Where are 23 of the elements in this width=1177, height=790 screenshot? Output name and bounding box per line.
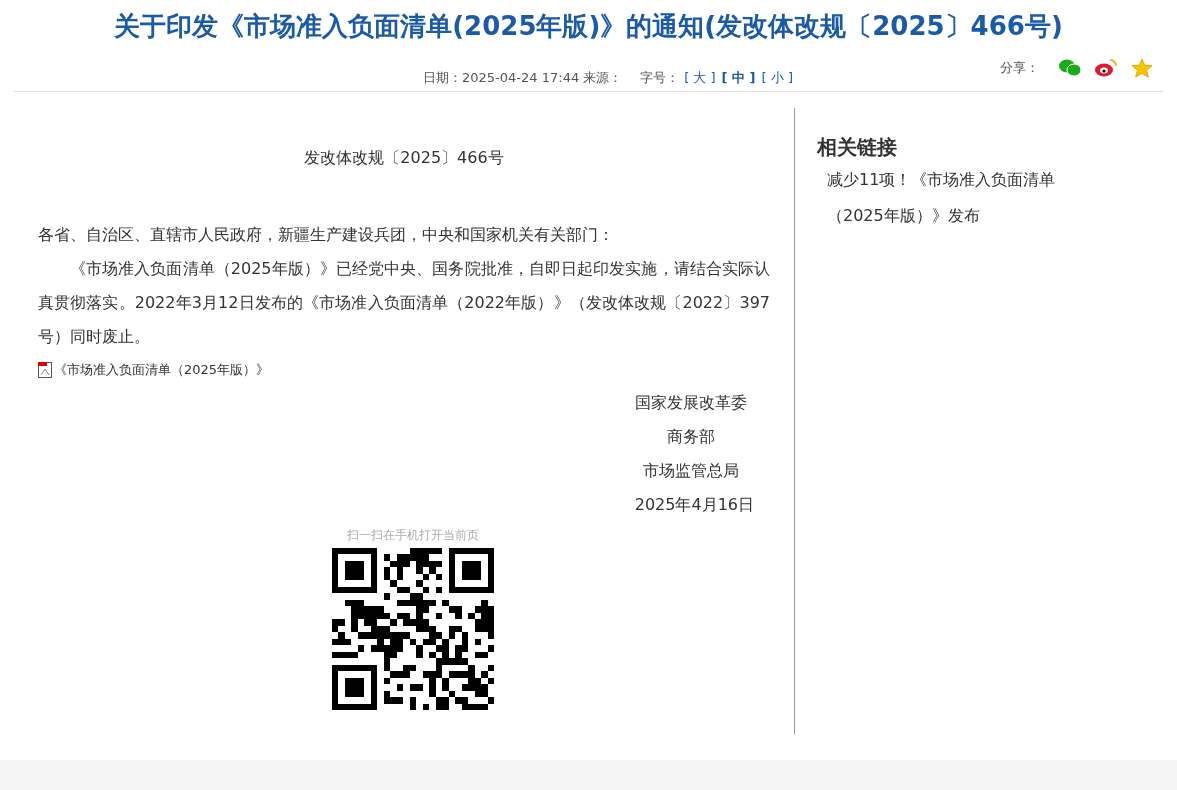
signatory: 国家发展改革委: [634, 391, 748, 414]
chat-bubbles-icon[interactable]: [1059, 59, 1081, 77]
font-size-option[interactable]: [ 大 ]: [683, 67, 717, 88]
signatory: 商务部: [666, 425, 716, 448]
font-size-option[interactable]: [ 小 ]: [760, 67, 794, 88]
qr-caption: 扫一扫在手机打开当前页: [347, 526, 479, 544]
source-label: 来源：: [583, 68, 623, 87]
share-label: 分享：: [1000, 59, 1039, 78]
publish-date: 日期：2025-04-24 17:44: [423, 68, 580, 87]
eye-logo-icon[interactable]: [1095, 59, 1117, 77]
star-icon[interactable]: [1131, 58, 1153, 78]
attachment-link[interactable]: 《市场准入负面清单（2025年版）》: [54, 360, 270, 380]
document-number: 发改体改规〔2025〕466号: [303, 147, 505, 169]
font-size-option[interactable]: [ 中 ]: [720, 67, 757, 88]
page-title: 关于印发《市场准入负面清单(2025年版)》的通知(发改体改规〔2025〕466号): [113, 10, 1064, 43]
body-paragraph: 《市场准入负面清单（2025年版）》已经党中央、国务院批准，自即日起印发实施，请结合实际认真贯彻落实。2022年3月12日发布的《市场准入负面清单（2022年版）》（发改体改规〔2022〕397号）同时废止。: [38, 258, 770, 348]
signing-date: 2025年4月16日: [634, 493, 754, 516]
salutation: 各省、自治区、直辖市人民政府，新疆生产建设兵团，中央和国家机关有关部门：: [38, 224, 615, 246]
sidebar-title: 相关链接: [817, 134, 898, 161]
font-size-label: 字号：: [640, 68, 680, 87]
pdf-file-icon: [38, 361, 52, 378]
signatory: 市场监管总局: [642, 459, 740, 482]
related-link[interactable]: 减少11项！《市场准入负面清单（2025年版）》发布: [817, 162, 1087, 234]
